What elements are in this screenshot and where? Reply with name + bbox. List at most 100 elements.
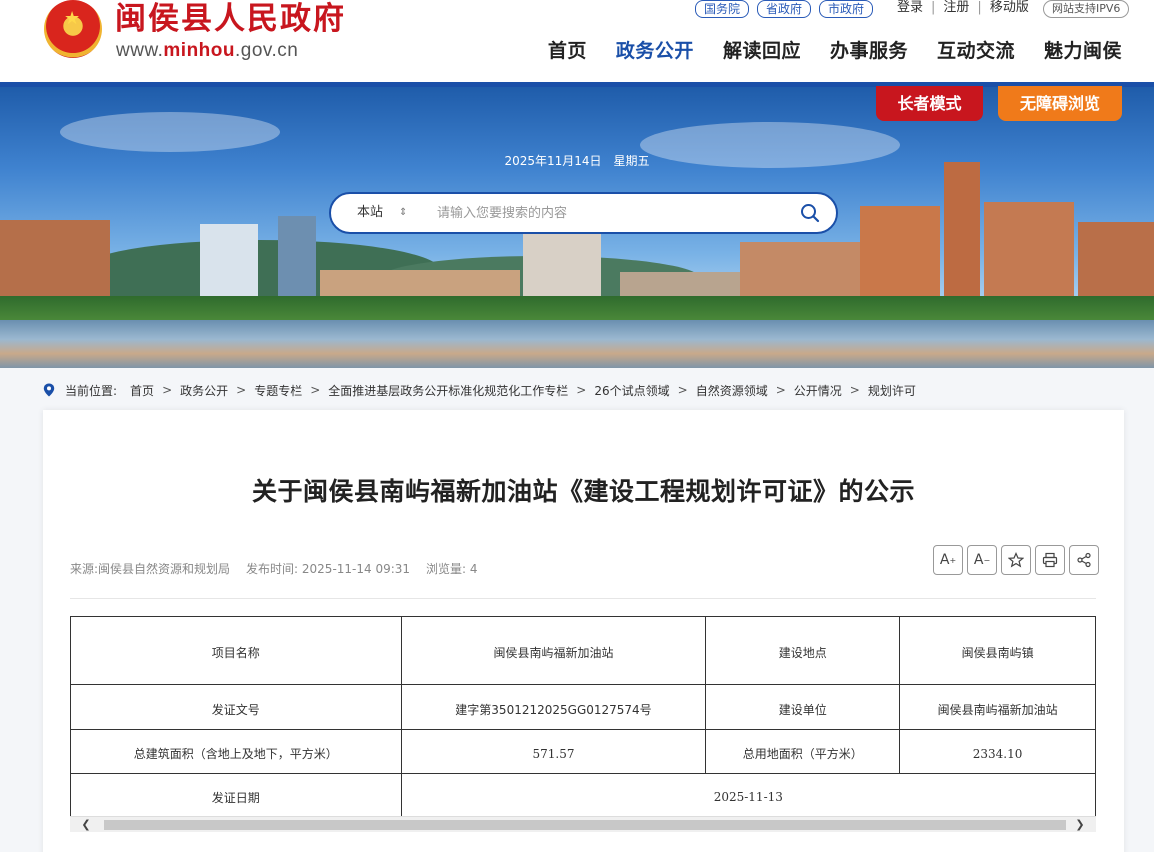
gov-link-city[interactable]: 市政府 bbox=[819, 0, 874, 18]
table-cell-label: 总用地面积（平方米） bbox=[705, 729, 901, 774]
print-icon[interactable] bbox=[1035, 545, 1065, 575]
table-cell-value: 571.57 bbox=[400, 729, 707, 774]
permit-table-container: 项目名称 闽侯县南屿福新加油站 建设地点 闽侯县南屿镇 发证文号 建字第3501… bbox=[70, 616, 1096, 816]
table-cell-label: 建设单位 bbox=[705, 684, 901, 730]
table-cell-value: 2334.10 bbox=[899, 729, 1096, 774]
table-cell-label: 项目名称 bbox=[70, 616, 402, 685]
article-meta: 来源:闽侯县自然资源和规划局 发布时间: 2025-11-14 09:31 浏览… bbox=[70, 560, 478, 577]
building bbox=[278, 216, 316, 298]
table-cell-label: 建设地点 bbox=[705, 616, 901, 685]
building bbox=[523, 232, 601, 298]
breadcrumb-label: 当前位置: bbox=[65, 383, 118, 398]
table-row: 项目名称 闽侯县南屿福新加油站 建设地点 闽侯县南屿镇 bbox=[70, 616, 1096, 685]
building bbox=[740, 242, 860, 298]
share-icon[interactable] bbox=[1069, 545, 1099, 575]
article-title: 关于闽侯县南屿福新加油站《建设工程规划许可证》的公示 bbox=[251, 477, 915, 506]
scope-updown-icon[interactable]: ⇕ bbox=[399, 194, 407, 232]
building bbox=[984, 202, 1074, 298]
table-cell-value: 闽侯县南屿福新加油站 bbox=[899, 684, 1096, 730]
gov-link-province[interactable]: 省政府 bbox=[757, 0, 812, 18]
breadcrumb-separator: > bbox=[849, 383, 860, 397]
scroll-right-arrow-icon[interactable]: ❯ bbox=[1072, 817, 1088, 832]
nav-interpretation[interactable]: 解读回应 bbox=[723, 36, 801, 63]
search-input[interactable] bbox=[437, 203, 777, 223]
mobile-link[interactable]: 移动版 bbox=[990, 0, 1029, 16]
accessible-browse-button[interactable]: 无障碍浏览 bbox=[998, 86, 1122, 121]
building bbox=[944, 162, 980, 298]
breadcrumb-item[interactable]: 全面推进基层政务公开标准化规范化工作专栏 bbox=[328, 382, 568, 399]
main-nav: 首页 政务公开 解读回应 办事服务 互动交流 魅力闽侯 bbox=[548, 36, 1122, 63]
elder-mode-button[interactable]: 长者模式 bbox=[876, 86, 983, 121]
table-cell-value: 闽侯县南屿镇 bbox=[899, 616, 1096, 685]
breadcrumb: 当前位置: 首页 > 政务公开 > 专题专栏 > 全面推进基层政务公开标准化规范化工作… bbox=[42, 380, 916, 400]
breadcrumb-separator: > bbox=[576, 383, 587, 397]
breadcrumb-separator: > bbox=[162, 383, 173, 397]
nav-interaction[interactable]: 互动交流 bbox=[937, 36, 1015, 63]
breadcrumb-separator: > bbox=[236, 383, 247, 397]
register-link[interactable]: 注册 bbox=[943, 0, 969, 16]
article-source: 来源:闽侯县自然资源和规划局 bbox=[70, 562, 231, 576]
separator: | bbox=[931, 0, 936, 15]
breadcrumb-item[interactable]: 专题专栏 bbox=[254, 382, 302, 399]
font-decrease-icon[interactable]: A − bbox=[967, 545, 997, 575]
login-link[interactable]: 登录 bbox=[897, 0, 923, 16]
national-emblem-icon: ★ bbox=[44, 0, 102, 58]
table-cell-label: 总建筑面积（含地上及地下，平方米） bbox=[70, 729, 402, 774]
building bbox=[1078, 222, 1154, 298]
ipv6-badge: 网站支持IPV6 bbox=[1043, 0, 1130, 18]
scroll-left-arrow-icon[interactable]: ❮ bbox=[78, 817, 94, 832]
breadcrumb-item[interactable]: 首页 bbox=[130, 382, 154, 399]
breadcrumb-separator: > bbox=[310, 383, 321, 397]
riverbank bbox=[0, 296, 1154, 322]
nav-services[interactable]: 办事服务 bbox=[830, 36, 908, 63]
breadcrumb-separator: > bbox=[775, 383, 786, 397]
separator: | bbox=[977, 0, 982, 15]
publish-time: 发布时间: 2025-11-14 09:31 bbox=[246, 562, 411, 576]
table-cell-label: 发证文号 bbox=[70, 684, 402, 730]
article-card: 关于闽侯县南屿福新加油站《建设工程规划许可证》的公示 来源:闽侯县自然资源和规划… bbox=[43, 410, 1124, 852]
nav-charm-minhou[interactable]: 魅力闽侯 bbox=[1044, 36, 1122, 63]
table-row: 发证日期 2025-11-13 bbox=[70, 773, 1096, 816]
table-cell-value: 2025-11-13 bbox=[400, 773, 1096, 816]
breadcrumb-item[interactable]: 自然资源领域 bbox=[696, 382, 768, 399]
building bbox=[860, 206, 940, 298]
search-icon[interactable] bbox=[800, 203, 820, 223]
search-scope-select[interactable]: 本站 bbox=[357, 194, 383, 232]
scroll-thumb[interactable] bbox=[104, 820, 1066, 830]
building bbox=[620, 272, 740, 298]
site-name: 闽侯县人民政府 bbox=[115, 1, 346, 37]
date-display: 2025年11月14日 星期五 bbox=[0, 152, 1154, 169]
article-tools: A + A − bbox=[933, 545, 1099, 575]
table-cell-value: 闽侯县南屿福新加油站 bbox=[400, 616, 707, 685]
city-banner: 长者模式 无障碍浏览 2025年11月14日 星期五 本站 ⇕ bbox=[0, 82, 1154, 368]
breadcrumb-item[interactable]: 政务公开 bbox=[180, 382, 228, 399]
site-header: ★ 闽侯县人民政府 www.minhou.gov.cn 国务院 省政府 市政府 … bbox=[0, 0, 1154, 82]
table-cell-label: 发证日期 bbox=[70, 773, 402, 816]
breadcrumb-item[interactable]: 26个试点领域 bbox=[594, 382, 669, 399]
current-date: 2025年11月14日 bbox=[504, 154, 602, 168]
nav-home[interactable]: 首页 bbox=[548, 36, 587, 63]
cloud bbox=[60, 112, 280, 152]
horizontal-scrollbar[interactable]: ❮ ❯ bbox=[70, 816, 1096, 832]
user-links: 登录 | 注册 | 移动版 bbox=[897, 0, 1029, 16]
weekday: 星期五 bbox=[613, 154, 650, 168]
breadcrumb-item[interactable]: 规划许可 bbox=[868, 382, 916, 399]
building bbox=[320, 270, 520, 298]
nav-gov-affairs[interactable]: 政务公开 bbox=[616, 36, 694, 63]
font-increase-icon[interactable]: A + bbox=[933, 545, 963, 575]
site-url: www.minhou.gov.cn bbox=[116, 40, 299, 61]
search-box: 本站 ⇕ bbox=[329, 192, 838, 234]
meta-divider bbox=[70, 598, 1096, 599]
gov-links: 国务院 省政府 市政府 bbox=[695, 0, 874, 18]
breadcrumb-item[interactable]: 公开情况 bbox=[794, 382, 842, 399]
table-row: 总建筑面积（含地上及地下，平方米） 571.57 总用地面积（平方米） 2334… bbox=[70, 729, 1096, 774]
table-cell-value: 建字第3501212025GG0127574号 bbox=[400, 684, 707, 730]
breadcrumb-separator: > bbox=[677, 383, 688, 397]
favorite-star-icon[interactable] bbox=[1001, 545, 1031, 575]
table-row: 发证文号 建字第3501212025GG0127574号 建设单位 闽侯县南屿福… bbox=[70, 684, 1096, 730]
river bbox=[0, 320, 1154, 368]
gov-link-state-council[interactable]: 国务院 bbox=[695, 0, 750, 18]
permit-table: 项目名称 闽侯县南屿福新加油站 建设地点 闽侯县南屿镇 发证文号 建字第3501… bbox=[70, 616, 1096, 816]
building bbox=[200, 224, 258, 298]
view-count: 浏览量: 4 bbox=[426, 562, 478, 576]
